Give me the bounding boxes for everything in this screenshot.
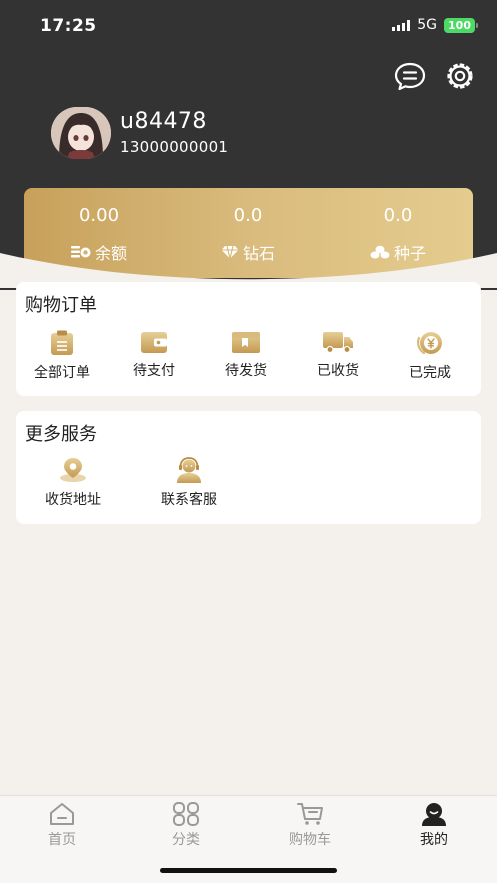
order-received-label: 已收货 xyxy=(317,363,359,379)
wallet-icon xyxy=(141,332,167,353)
yen-coin-icon xyxy=(417,332,442,355)
service-support[interactable]: 联系客服 xyxy=(149,457,229,509)
tab-category[interactable]: 分类 xyxy=(146,802,226,849)
clipboard-icon xyxy=(51,330,73,355)
order-all-label: 全部订单 xyxy=(34,365,90,381)
profile-header: 17:25 5G 100 u84478 13000000001 0.00 0.0… xyxy=(0,0,497,290)
orders-card: 购物订单 全部订单 待支付 待发货 已收货 已完成 xyxy=(16,282,481,396)
services-title: 更多服务 xyxy=(25,424,97,445)
settings-gear-icon[interactable] xyxy=(444,60,476,92)
order-completed[interactable]: 已完成 xyxy=(390,330,470,382)
phone-number: 13000000001 xyxy=(120,138,229,156)
status-time: 17:25 xyxy=(40,16,97,36)
headset-agent-icon xyxy=(177,457,201,483)
tab-home-label: 首页 xyxy=(48,832,76,848)
order-completed-label: 已完成 xyxy=(409,365,451,381)
order-all[interactable]: 全部订单 xyxy=(22,330,102,382)
home-icon xyxy=(50,803,74,825)
service-address[interactable]: 收货地址 xyxy=(33,457,113,509)
order-pending-shipment[interactable]: 待发货 xyxy=(206,330,286,380)
tab-home[interactable]: 首页 xyxy=(22,802,102,849)
truck-icon xyxy=(323,332,353,354)
order-received[interactable]: 已收货 xyxy=(298,330,378,380)
order-pending-payment-label: 待支付 xyxy=(133,363,175,379)
profile-icon xyxy=(422,803,446,826)
avatar[interactable] xyxy=(51,107,111,159)
order-pending-shipment-label: 待发货 xyxy=(225,363,267,379)
home-indicator xyxy=(160,868,337,873)
avatar-image xyxy=(51,107,111,159)
orders-title: 购物订单 xyxy=(25,295,97,316)
seed-value[interactable]: 0.0 xyxy=(338,205,458,226)
username: u84478 xyxy=(120,109,207,134)
tab-profile-label: 我的 xyxy=(420,832,448,848)
tab-category-label: 分类 xyxy=(172,832,200,848)
tab-cart[interactable]: 购物车 xyxy=(270,802,350,849)
battery-icon: 100 xyxy=(444,17,478,33)
status-bar: 17:25 5G 100 xyxy=(0,0,497,52)
service-address-label: 收货地址 xyxy=(45,492,101,508)
diamond-value[interactable]: 0.0 xyxy=(188,205,308,226)
category-grid-icon xyxy=(173,802,199,826)
network-type: 5G xyxy=(417,17,438,33)
order-pending-payment[interactable]: 待支付 xyxy=(114,330,194,380)
services-card: 更多服务 收货地址 联系客服 xyxy=(16,411,481,524)
status-indicators: 5G 100 xyxy=(392,17,478,33)
cart-icon xyxy=(297,803,323,825)
message-icon[interactable] xyxy=(394,60,426,92)
tab-profile[interactable]: 我的 xyxy=(394,802,474,849)
balance-value[interactable]: 0.00 xyxy=(39,205,159,226)
box-icon xyxy=(232,332,260,353)
tab-cart-label: 购物车 xyxy=(289,832,331,848)
location-pin-icon xyxy=(60,458,86,482)
service-support-label: 联系客服 xyxy=(161,492,217,508)
signal-icon xyxy=(392,19,411,31)
